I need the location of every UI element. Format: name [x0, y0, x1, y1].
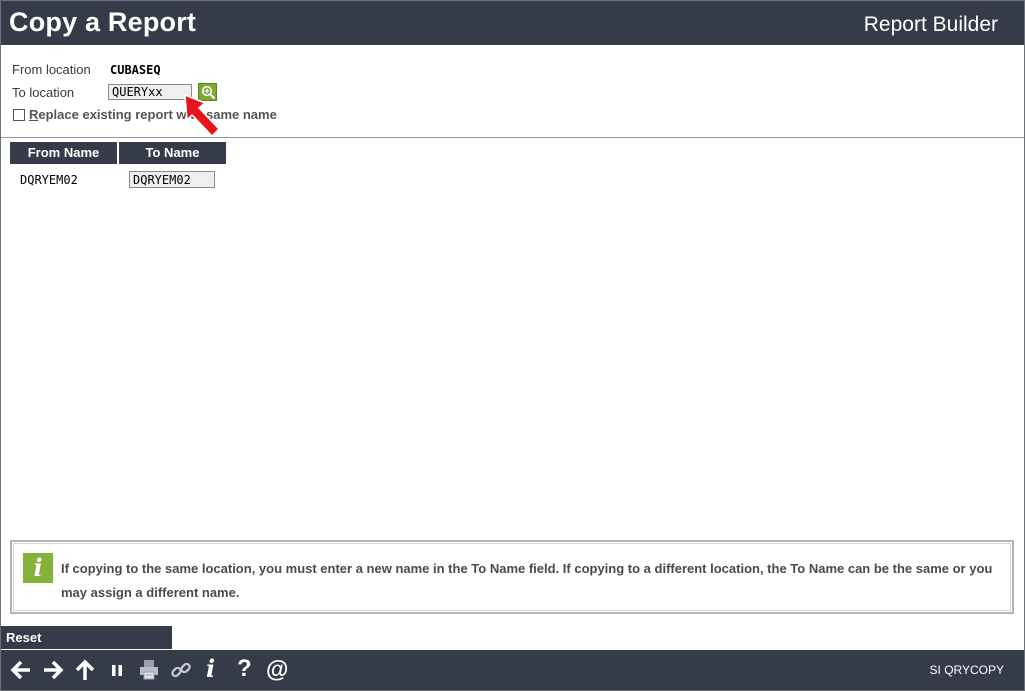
- info-button[interactable]: i: [206, 656, 215, 682]
- back-button[interactable]: [9, 658, 33, 682]
- from-location-label: From location: [12, 62, 91, 77]
- column-header-from-name: From Name: [10, 142, 117, 164]
- to-name-input[interactable]: [129, 171, 215, 188]
- link-icon: [171, 662, 191, 678]
- replace-existing-label[interactable]: Replace existing report with same name: [29, 107, 277, 122]
- pause-icon: [112, 665, 122, 676]
- arrow-right-icon: [44, 660, 64, 680]
- replace-existing-checkbox[interactable]: [13, 109, 25, 121]
- from-location-value: CUBASEQ: [110, 63, 161, 77]
- info-icon: i: [23, 553, 53, 583]
- info-message-box: i If copying to the same location, you m…: [10, 540, 1014, 614]
- at-sign-button[interactable]: @: [266, 656, 288, 682]
- replace-existing-mnemonic: R: [29, 107, 39, 122]
- page-title: Copy a Report: [9, 7, 197, 37]
- reset-button[interactable]: Reset: [6, 630, 41, 645]
- section-divider: [1, 137, 1024, 138]
- info-message-inner: i If copying to the same location, you m…: [13, 543, 1011, 611]
- forward-button[interactable]: [41, 658, 65, 682]
- arrow-left-icon: [10, 660, 30, 680]
- screen-id: SI QRYCOPY: [929, 663, 1004, 677]
- from-name-cell: DQRYEM02: [20, 173, 78, 187]
- up-button[interactable]: [73, 658, 97, 682]
- app-title: Report Builder: [863, 13, 998, 36]
- printer-icon: [140, 660, 158, 680]
- print-button[interactable]: [137, 658, 161, 682]
- column-header-to-name: To Name: [119, 142, 226, 164]
- header-bar: Copy a Report Report Builder: [1, 1, 1024, 45]
- link-button[interactable]: [169, 658, 193, 682]
- pause-button[interactable]: [105, 658, 129, 682]
- replace-existing-label-text: eplace existing report with same name: [38, 107, 277, 122]
- help-button[interactable]: ?: [237, 656, 252, 682]
- function-key-bar: Reset: [1, 626, 172, 649]
- arrow-up-icon: [75, 659, 95, 680]
- to-location-label: To location: [12, 85, 75, 100]
- bottom-navigation-bar: i ? @ SI QRYCOPY: [1, 650, 1024, 690]
- info-message-text: If copying to the same location, you mus…: [61, 561, 993, 600]
- annotation-arrow: [184, 94, 220, 137]
- application-window: Copy a Report Report Builder From locati…: [0, 0, 1025, 691]
